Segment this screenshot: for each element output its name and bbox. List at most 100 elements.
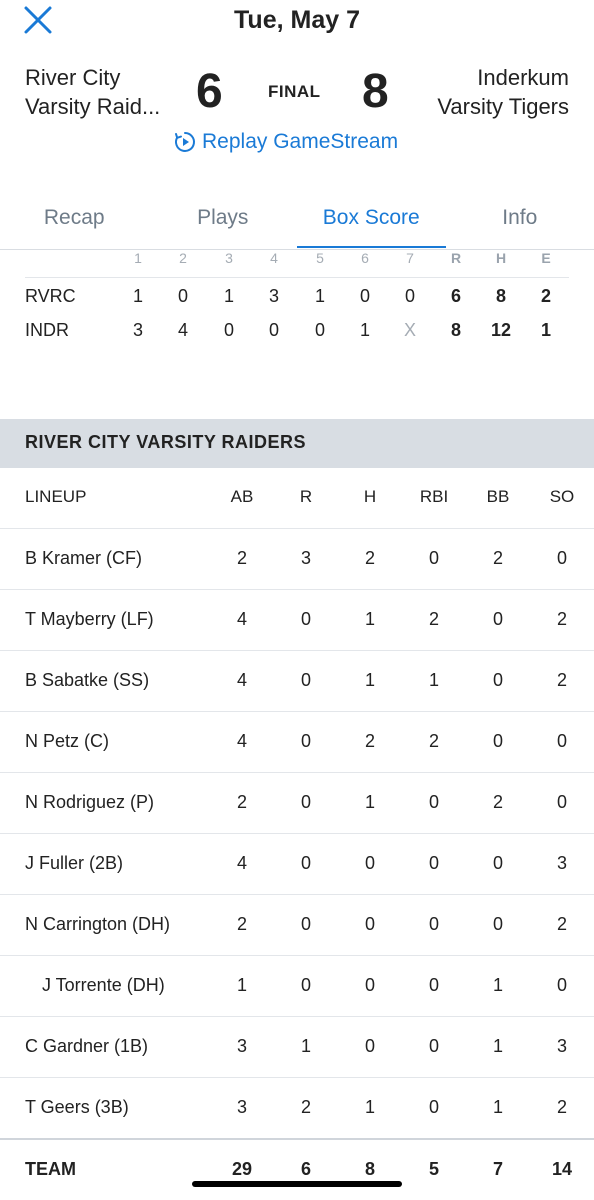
linescore-team: RVRC bbox=[25, 286, 76, 306]
home-team-name[interactable]: Inderkum Varsity Tigers bbox=[437, 63, 569, 121]
stat-bb: 0 bbox=[492, 609, 503, 629]
inning-header: 3 bbox=[225, 250, 233, 266]
team-section-header: RIVER CITY VARSITY RAIDERS bbox=[0, 419, 594, 468]
stat-ab: 4 bbox=[236, 853, 247, 873]
inning-score: 3 bbox=[132, 320, 143, 340]
stat-so: 0 bbox=[556, 548, 567, 568]
stat-r: 0 bbox=[300, 609, 311, 629]
player-row[interactable]: N Petz (C) 4 0 2 2 0 0 bbox=[0, 712, 594, 773]
stat-h: 2 bbox=[364, 731, 375, 751]
player-name: B Sabatke (SS) bbox=[25, 670, 150, 690]
away-team-name[interactable]: River City Varsity Raid... bbox=[25, 63, 160, 121]
tab-info[interactable]: Info bbox=[446, 196, 594, 250]
r-header: R bbox=[299, 487, 313, 506]
stat-h: 2 bbox=[364, 548, 375, 568]
stat-ab: 4 bbox=[236, 731, 247, 751]
replay-icon bbox=[175, 132, 195, 152]
stat-so: 3 bbox=[556, 853, 567, 873]
runs-header: R bbox=[450, 250, 462, 266]
game-status: FINAL bbox=[268, 82, 321, 101]
tab-plays[interactable]: Plays bbox=[149, 196, 298, 250]
stat-rbi: 0 bbox=[428, 1097, 439, 1117]
home-indicator[interactable] bbox=[192, 1181, 402, 1187]
team-totals-label: TEAM bbox=[25, 1159, 76, 1179]
stat-ab: 1 bbox=[236, 975, 247, 995]
player-name: B Kramer (CF) bbox=[25, 548, 142, 568]
linescore-row-home: INDR 3 4 0 0 0 1 X 8 12 1 bbox=[0, 320, 594, 350]
player-name: N Carrington (DH) bbox=[25, 914, 171, 934]
player-row[interactable]: T Geers (3B) 3 2 1 0 1 2 bbox=[0, 1078, 594, 1139]
stat-h: 0 bbox=[364, 853, 375, 873]
stat-bb: 1 bbox=[492, 975, 503, 995]
stat-ab: 2 bbox=[236, 792, 247, 812]
linescore-row-away: RVRC 1 0 1 3 1 0 0 6 8 2 bbox=[0, 286, 594, 316]
inning-score: 0 bbox=[314, 320, 325, 340]
stat-ab: 4 bbox=[236, 670, 247, 690]
player-row[interactable]: B Sabatke (SS) 4 0 1 1 0 2 bbox=[0, 651, 594, 712]
home-team-line2: Varsity Tigers bbox=[437, 94, 569, 119]
stat-rbi: 0 bbox=[428, 975, 439, 995]
stat-r: 0 bbox=[300, 731, 311, 751]
total-ab: 29 bbox=[231, 1159, 253, 1179]
stat-so: 2 bbox=[556, 670, 567, 690]
total-rbi: 5 bbox=[428, 1159, 439, 1179]
linescore-divider bbox=[25, 277, 569, 278]
stat-so: 2 bbox=[556, 914, 567, 934]
total-bb: 7 bbox=[492, 1159, 503, 1179]
player-row[interactable]: J Torrente (DH) 1 0 0 0 1 0 bbox=[0, 956, 594, 1017]
inning-score: 0 bbox=[223, 320, 234, 340]
stat-h: 1 bbox=[364, 1097, 375, 1117]
team-totals-row: TEAM 29 6 8 5 7 14 bbox=[0, 1140, 594, 1200]
tab-recap[interactable]: Recap bbox=[0, 196, 149, 250]
tab-bar: Recap Plays Box Score Info bbox=[0, 196, 594, 250]
stat-ab: 2 bbox=[236, 914, 247, 934]
inning-score: 0 bbox=[268, 320, 279, 340]
away-team-line2: Varsity Raid... bbox=[25, 94, 161, 119]
player-name: T Geers (3B) bbox=[25, 1097, 129, 1117]
replay-gamestream-button[interactable]: Replay GameStream bbox=[174, 130, 398, 154]
player-row[interactable]: C Gardner (1B) 3 1 0 0 1 3 bbox=[0, 1017, 594, 1078]
player-row[interactable]: J Fuller (2B) 4 0 0 0 0 3 bbox=[0, 834, 594, 895]
inning-score: 0 bbox=[177, 286, 188, 306]
home-score: 8 bbox=[362, 65, 389, 118]
h-header: H bbox=[363, 487, 377, 506]
stat-bb: 2 bbox=[492, 548, 503, 568]
stat-rbi: 0 bbox=[428, 853, 439, 873]
stat-h: 1 bbox=[364, 609, 375, 629]
player-row[interactable]: N Carrington (DH) 2 0 0 0 0 2 bbox=[0, 895, 594, 956]
bb-header: BB bbox=[486, 487, 510, 506]
replay-label: Replay GameStream bbox=[202, 130, 399, 153]
stat-so: 0 bbox=[556, 731, 567, 751]
stat-h: 0 bbox=[364, 975, 375, 995]
player-row[interactable]: B Kramer (CF) 2 3 2 0 2 0 bbox=[0, 529, 594, 590]
so-header: SO bbox=[549, 487, 575, 506]
tab-box-score[interactable]: Box Score bbox=[297, 196, 446, 250]
player-name: C Gardner (1B) bbox=[25, 1036, 149, 1056]
stat-bb: 0 bbox=[492, 731, 503, 751]
stat-r: 0 bbox=[300, 853, 311, 873]
stat-so: 3 bbox=[556, 1036, 567, 1056]
linescore-team: INDR bbox=[25, 320, 69, 340]
player-row[interactable]: N Rodriguez (P) 2 0 1 0 2 0 bbox=[0, 773, 594, 834]
ab-header: AB bbox=[230, 487, 254, 506]
stat-ab: 3 bbox=[236, 1097, 247, 1117]
inning-header: 1 bbox=[134, 250, 142, 266]
stat-r: 1 bbox=[300, 1036, 311, 1056]
player-name: J Torrente (DH) bbox=[42, 975, 165, 995]
away-score: 6 bbox=[196, 65, 223, 118]
stat-bb: 2 bbox=[492, 792, 503, 812]
inning-score: 1 bbox=[314, 286, 325, 306]
player-name: N Rodriguez (P) bbox=[25, 792, 155, 812]
away-team-line1: River City bbox=[25, 65, 121, 90]
player-name: N Petz (C) bbox=[25, 731, 110, 751]
stat-r: 0 bbox=[300, 670, 311, 690]
stat-h: 0 bbox=[364, 914, 375, 934]
stat-r: 0 bbox=[300, 914, 311, 934]
stat-rbi: 0 bbox=[428, 548, 439, 568]
hits-total: 12 bbox=[490, 320, 512, 340]
inning-score: 4 bbox=[177, 320, 188, 340]
inning-score: 3 bbox=[268, 286, 279, 306]
player-row[interactable]: T Mayberry (LF) 4 0 1 2 0 2 bbox=[0, 590, 594, 651]
hits-total: 8 bbox=[495, 286, 506, 306]
stat-bb: 0 bbox=[492, 914, 503, 934]
